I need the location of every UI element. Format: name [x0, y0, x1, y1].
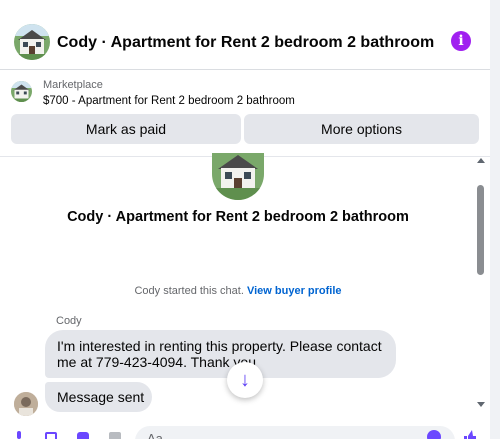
page-background-edge	[490, 0, 500, 439]
gallery-icon[interactable]	[44, 430, 58, 439]
composer: Aa	[0, 422, 490, 439]
scroll-to-bottom-button[interactable]: ↓	[227, 362, 263, 398]
view-buyer-profile-link[interactable]: View buyer profile	[247, 285, 342, 297]
chat-started-text: Cody started this chat.	[134, 285, 244, 297]
sender-name: Cody	[56, 315, 82, 327]
mark-as-paid-button[interactable]: Mark as paid	[11, 114, 241, 144]
scrollbar-down-arrow[interactable]	[477, 402, 485, 407]
emoji-icon[interactable]	[427, 430, 441, 439]
chat-panel: Cody · Apartment for Rent 2 bedroom 2 ba…	[0, 0, 490, 439]
listing-large-thumbnail	[212, 153, 264, 200]
message-bubble[interactable]: I'm interested in renting this property.…	[45, 330, 396, 378]
listing-thumbnail[interactable]	[14, 24, 50, 60]
avatar[interactable]	[14, 392, 38, 416]
info-icon[interactable]: i	[451, 31, 471, 51]
marketplace-listing: Marketplace $700 - Apartment for Rent 2 …	[0, 70, 490, 156]
listing-category: Marketplace	[43, 79, 103, 91]
scrollbar-up-arrow[interactable]	[477, 158, 485, 163]
conversation-title[interactable]: Cody · Apartment for Rent 2 bedroom 2 ba…	[57, 34, 434, 52]
message-bubble[interactable]: Message sent	[45, 382, 152, 412]
listing-small-thumbnail[interactable]	[11, 81, 32, 102]
like-icon[interactable]	[463, 430, 477, 439]
thread-title: Cody · Apartment for Rent 2 bedroom 2 ba…	[67, 209, 409, 225]
scrollbar-thumb[interactable]	[477, 185, 484, 275]
message-input[interactable]: Aa	[135, 426, 455, 439]
chat-started-notice: Cody started this chat. View buyer profi…	[0, 285, 476, 297]
message-thread[interactable]: Cody · Apartment for Rent 2 bedroom 2 ba…	[0, 153, 490, 439]
mic-icon[interactable]	[12, 430, 26, 439]
sticker-icon[interactable]	[76, 430, 90, 439]
listing-price-title[interactable]: $700 - Apartment for Rent 2 bedroom 2 ba…	[43, 95, 295, 107]
chat-header: Cody · Apartment for Rent 2 bedroom 2 ba…	[0, 12, 490, 70]
more-options-button[interactable]: More options	[244, 114, 479, 144]
gif-icon[interactable]	[108, 430, 122, 439]
arrow-down-icon: ↓	[240, 369, 250, 391]
